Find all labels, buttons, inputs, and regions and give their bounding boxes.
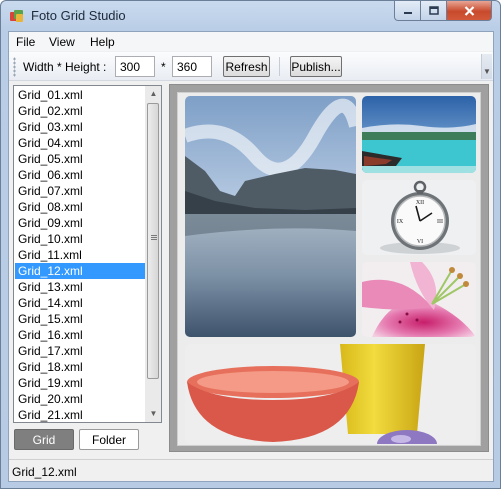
scroll-thumb[interactable] <box>147 103 159 379</box>
list-item[interactable]: Grid_18.xml <box>15 359 145 375</box>
close-icon <box>464 5 474 16</box>
toolbar: Width * Height : * Refresh Publish... ▼ <box>9 52 493 81</box>
list-item[interactable]: Grid_03.xml <box>15 119 145 135</box>
scroll-down-arrow-icon[interactable]: ▼ <box>145 406 161 422</box>
list-item[interactable]: Grid_01.xml <box>15 87 145 103</box>
list-item[interactable]: Grid_04.xml <box>15 135 145 151</box>
toolbar-overflow-button[interactable]: ▼ <box>481 54 492 79</box>
list-scrollbar[interactable]: ▲ ▼ <box>145 86 161 422</box>
list-item[interactable]: Grid_21.xml <box>15 407 145 422</box>
photo-lake[interactable] <box>185 96 356 337</box>
list-item[interactable]: Grid_20.xml <box>15 391 145 407</box>
menu-file[interactable]: File <box>16 35 35 49</box>
photo-bowls[interactable] <box>185 344 476 444</box>
list-item[interactable]: Grid_07.xml <box>15 183 145 199</box>
menu-bar: File View Help <box>9 32 493 51</box>
list-item[interactable]: Grid_02.xml <box>15 103 145 119</box>
status-text: Grid_12.xml <box>12 465 77 479</box>
list-item[interactable]: Grid_06.xml <box>15 167 145 183</box>
toolbar-separator <box>279 57 280 76</box>
list-item[interactable]: Grid_19.xml <box>15 375 145 391</box>
toolbar-grip[interactable] <box>13 57 16 77</box>
list-item[interactable]: Grid_13.xml <box>15 279 145 295</box>
photo-beach[interactable] <box>362 96 476 173</box>
app-icon <box>10 10 23 22</box>
svg-text:III: III <box>437 219 443 225</box>
client-area: File View Help Width * Height : * Refres… <box>8 31 494 482</box>
grid-file-list[interactable]: Grid_01.xml Grid_02.xml Grid_03.xml Grid_04… <box>13 85 162 423</box>
app-window: Foto Grid Studio File View Help Width * … <box>0 0 501 489</box>
list-item[interactable]: Grid_12.xml <box>15 263 145 279</box>
height-input[interactable] <box>172 56 212 77</box>
minimize-icon <box>403 11 412 14</box>
size-separator: * <box>161 60 166 74</box>
preview-frame: XII III VI IX <box>169 84 489 452</box>
refresh-button[interactable]: Refresh <box>223 56 270 77</box>
window-title: Foto Grid Studio <box>31 8 126 23</box>
menu-help[interactable]: Help <box>90 35 115 49</box>
folder-view-button[interactable]: Folder <box>79 429 139 450</box>
photo-grid-canvas: XII III VI IX <box>177 92 481 446</box>
scroll-up-arrow-icon[interactable]: ▲ <box>145 86 161 102</box>
title-bar[interactable]: Foto Grid Studio <box>1 1 500 31</box>
list-item[interactable]: Grid_17.xml <box>15 343 145 359</box>
list-item[interactable]: Grid_05.xml <box>15 151 145 167</box>
photo-watch[interactable]: XII III VI IX <box>362 180 476 255</box>
svg-text:VI: VI <box>417 239 423 245</box>
list-item[interactable]: Grid_09.xml <box>15 215 145 231</box>
maximize-button[interactable] <box>421 1 447 21</box>
grid-view-button[interactable]: Grid <box>14 429 74 450</box>
list-item[interactable]: Grid_16.xml <box>15 327 145 343</box>
photo-lily[interactable] <box>362 262 476 337</box>
list-item[interactable]: Grid_10.xml <box>15 231 145 247</box>
svg-text:IX: IX <box>397 219 404 225</box>
size-label: Width * Height : <box>23 60 107 74</box>
publish-button[interactable]: Publish... <box>290 56 342 77</box>
svg-text:XII: XII <box>416 200 424 206</box>
list-item[interactable]: Grid_14.xml <box>15 295 145 311</box>
menu-view[interactable]: View <box>49 35 75 49</box>
close-button[interactable] <box>447 1 492 21</box>
list-item[interactable]: Grid_11.xml <box>15 247 145 263</box>
list-item[interactable]: Grid_08.xml <box>15 199 145 215</box>
status-bar: Grid_12.xml <box>9 459 493 481</box>
maximize-icon <box>428 6 439 15</box>
minimize-button[interactable] <box>394 1 421 21</box>
list-item[interactable]: Grid_15.xml <box>15 311 145 327</box>
width-input[interactable] <box>115 56 155 77</box>
